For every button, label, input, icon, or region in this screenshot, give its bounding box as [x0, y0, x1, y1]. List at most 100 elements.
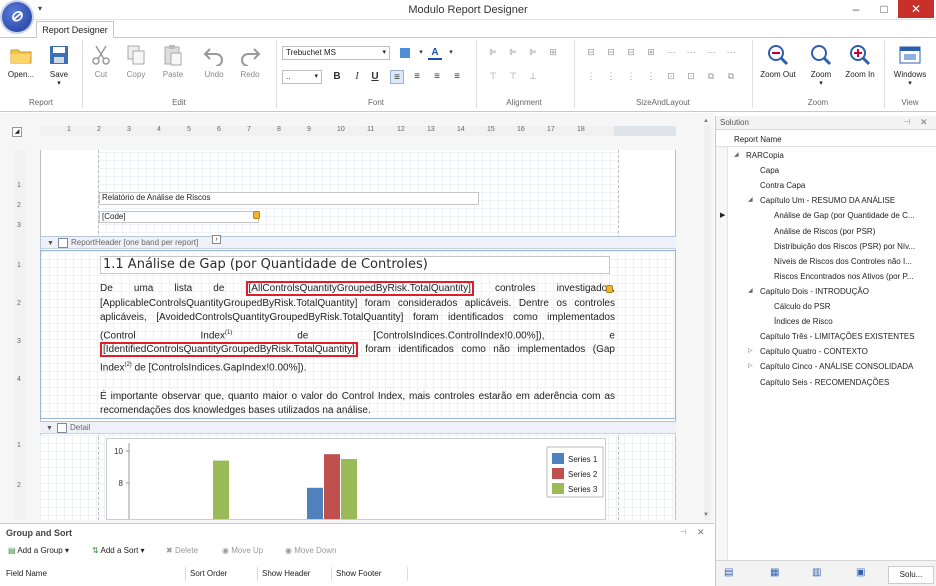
tree-item[interactable]: Capítulo Três - LIMITAÇÕES EXISTENTES	[716, 329, 936, 344]
italic-button[interactable]: I	[350, 70, 364, 84]
column-show-header[interactable]: Show Header	[258, 567, 332, 581]
align-centers-icon[interactable]: ⊫	[506, 46, 520, 58]
align-lefts-icon[interactable]: ⊫	[486, 46, 500, 58]
collapse-band-icon[interactable]: ▼	[47, 238, 54, 250]
highlight-color-icon[interactable]	[398, 46, 412, 60]
add-sort-button[interactable]: ⇅ Add a Sort ▾	[92, 546, 145, 555]
field-list-tab-icon[interactable]: ▦	[770, 567, 779, 578]
expand-icon[interactable]: ▷	[748, 359, 753, 374]
report-header-band-caption[interactable]: ▼ ReportHeader [one band per report]	[40, 236, 676, 249]
pin-icon[interactable]: ⊣	[904, 118, 910, 126]
remove-spacing-icon[interactable]: ⋯	[724, 46, 738, 58]
make-same-height-icon[interactable]: ⊟	[604, 46, 618, 58]
close-panel-icon[interactable]: ✕	[920, 117, 928, 128]
zoom-dropdown-icon[interactable]: ▾	[802, 79, 840, 87]
remove-vspacing-icon[interactable]: ⋮	[644, 70, 658, 82]
align-tops-icon[interactable]: ⊤	[486, 70, 500, 82]
column-sort-order[interactable]: Sort Order	[186, 567, 258, 581]
detail-band-caption[interactable]: ▼ Detail	[40, 421, 676, 434]
column-field-name[interactable]: Field Name	[2, 567, 186, 581]
zoom-button[interactable]: Zoom ▾	[802, 44, 840, 87]
tree-item[interactable]: Capa	[716, 163, 936, 178]
tree-item[interactable]: ◢ Capítulo Dois - INTRODUÇÃO	[716, 284, 936, 299]
vertical-scrollbar[interactable]	[704, 125, 711, 520]
font-family-select[interactable]: Trebuchet MS ▾	[282, 46, 390, 60]
save-dropdown-icon[interactable]: ▾	[42, 79, 76, 87]
align-to-grid-icon[interactable]: ⊞	[546, 46, 560, 58]
expand-icon[interactable]: ▷	[748, 344, 753, 359]
ruler-corner-icon[interactable]: ◢	[12, 127, 22, 137]
make-same-width-icon[interactable]: ⊟	[584, 46, 598, 58]
add-group-button[interactable]: ▤ Add a Group ▾	[8, 546, 69, 555]
make-same-size-icon[interactable]: ⊟	[624, 46, 638, 58]
copy-button[interactable]: Copy	[120, 44, 152, 79]
smart-tag-icon[interactable]	[253, 211, 260, 219]
report-explorer-tab-icon[interactable]: ▤	[724, 567, 733, 578]
undo-button[interactable]: Undo	[198, 44, 230, 79]
move-down-button[interactable]: ◉ Move Down	[285, 546, 336, 555]
paste-button[interactable]: Paste	[156, 44, 190, 79]
align-middles-icon[interactable]: ⊤	[506, 70, 520, 82]
justify-button[interactable]: ≡	[450, 70, 464, 84]
cut-button[interactable]: Cut	[86, 44, 116, 79]
solution-tab[interactable]: Solu...	[888, 566, 934, 584]
save-button[interactable]: Save ▾	[42, 44, 76, 87]
font-color-icon[interactable]: A	[428, 46, 442, 60]
open-button[interactable]: Open...	[4, 44, 38, 79]
horizontal-spacing-icon[interactable]: ⋯	[664, 46, 678, 58]
highlight-dropdown-icon[interactable]: ▾	[414, 46, 428, 60]
code-field[interactable]: [Code]	[99, 211, 259, 223]
vertical-spacing-icon[interactable]: ⋮	[584, 70, 598, 82]
tree-item[interactable]: ▷ Capítulo Cinco - ANÁLISE CONSOLIDADA	[716, 359, 936, 374]
pin-icon[interactable]: ⊣	[680, 528, 686, 536]
align-rights-icon[interactable]: ⊫	[526, 46, 540, 58]
app-logo[interactable]: ⊘	[2, 2, 32, 32]
section-heading[interactable]: 1.1 Análise de Gap (por Quantidade de Co…	[100, 256, 610, 274]
tree-item[interactable]: Níveis de Riscos dos Controles não I...	[716, 254, 936, 269]
properties-tab-icon[interactable]: ▥	[812, 567, 821, 578]
tree-item[interactable]: ◢ Capítulo Um - RESUMO DA ANÁLISE	[716, 193, 936, 208]
tree-item[interactable]: ▷ Capítulo Quatro - CONTEXTO	[716, 344, 936, 359]
scroll-down-icon[interactable]: ▼	[703, 512, 711, 520]
windows-dropdown-icon[interactable]: ▾	[888, 79, 932, 87]
align-bottoms-icon[interactable]: ⊥	[526, 70, 540, 82]
band-smart-tag-icon[interactable]: ›	[212, 235, 221, 244]
decrease-vspacing-icon[interactable]: ⋮	[624, 70, 638, 82]
move-up-button[interactable]: ◉ Move Up	[222, 546, 263, 555]
bring-to-front-icon[interactable]: ⧉	[704, 70, 718, 82]
send-to-back-icon[interactable]: ⧉	[724, 70, 738, 82]
tree-item[interactable]: ◢ RARCopia	[716, 148, 936, 163]
align-right-button[interactable]: ≡	[430, 70, 444, 84]
report-title-field[interactable]: Relatório de Análise de Riscos	[99, 192, 479, 205]
font-size-select[interactable]: .. ▾	[282, 70, 322, 84]
underline-button[interactable]: U	[368, 70, 382, 84]
tree-item[interactable]: Cálculo do PSR	[716, 299, 936, 314]
center-vertically-icon[interactable]: ⊡	[684, 70, 698, 82]
collapse-band-icon[interactable]: ▼	[46, 423, 53, 435]
tree-item[interactable]: Riscos Encontrados nos Ativos (por P...	[716, 269, 936, 284]
center-horizontally-icon[interactable]: ⊡	[664, 70, 678, 82]
smart-tag-icon[interactable]	[606, 285, 613, 293]
collapse-icon[interactable]: ◢	[748, 284, 753, 299]
tree-item[interactable]: Índices de Risco	[716, 314, 936, 329]
zoom-in-button[interactable]: Zoom In	[840, 44, 880, 79]
rich-text-paragraph[interactable]: De uma lista de [AllControlsQuantityGrou…	[100, 281, 615, 419]
column-show-footer[interactable]: Show Footer	[332, 567, 408, 581]
column-header-report-name[interactable]: Report Name	[716, 132, 936, 147]
collapse-icon[interactable]: ◢	[748, 193, 753, 208]
tab-report-designer[interactable]: Report Designer	[36, 21, 114, 39]
chart-control[interactable]: 10 8 Series 1 Series 2 Series 3	[106, 438, 606, 520]
close-icon[interactable]: ✕	[898, 0, 934, 18]
windows-button[interactable]: Windows ▾	[888, 44, 932, 87]
minimize-icon[interactable]: –	[842, 0, 870, 18]
maximize-icon[interactable]: □	[870, 0, 898, 18]
tree-item[interactable]: Contra Capa	[716, 178, 936, 193]
quick-access-menu-icon[interactable]: ▾	[38, 4, 42, 13]
tree-item[interactable]: Distribuição dos Riscos (PSR) por Nív...	[716, 239, 936, 254]
increase-vspacing-icon[interactable]: ⋮	[604, 70, 618, 82]
increase-spacing-icon[interactable]: ⋯	[684, 46, 698, 58]
align-left-button[interactable]: ≡	[390, 70, 404, 84]
tree-item[interactable]: ▶ Análise de Gap (por Quantidade de C...	[716, 208, 936, 223]
zoom-out-button[interactable]: Zoom Out	[756, 44, 800, 79]
redo-button[interactable]: Redo	[234, 44, 266, 79]
